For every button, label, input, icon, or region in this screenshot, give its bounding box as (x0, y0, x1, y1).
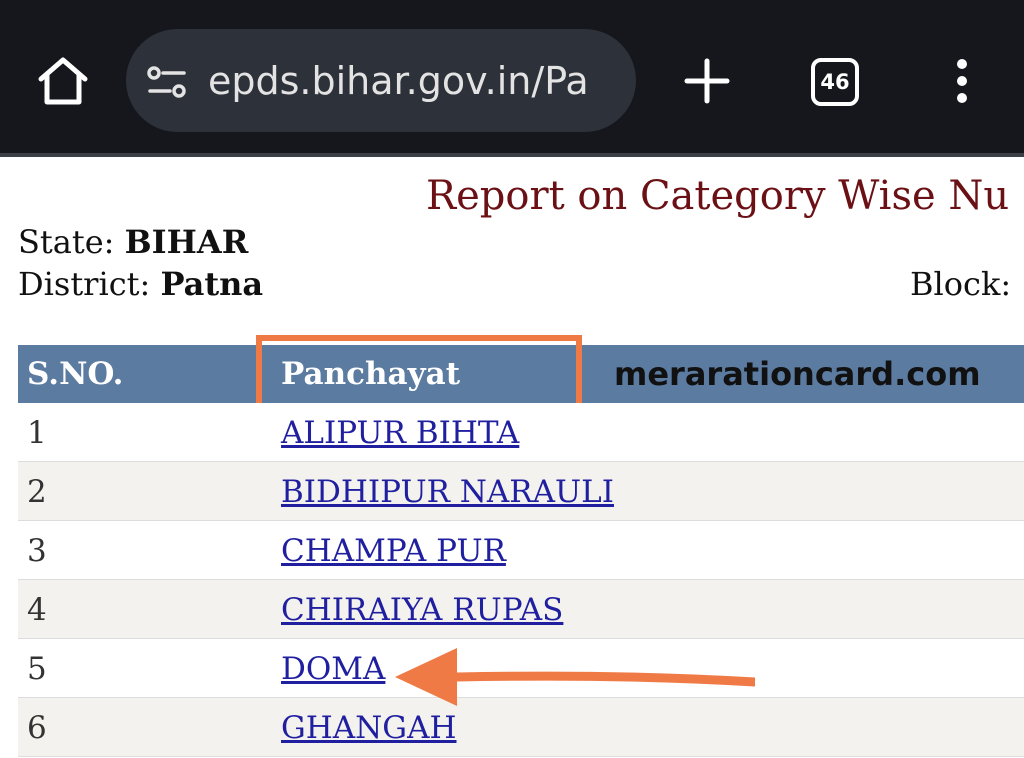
panchayat-link[interactable]: CHIRAIYA RUPAS (281, 580, 563, 638)
site-info-button[interactable] (146, 65, 188, 99)
row-sno: 1 (27, 415, 47, 451)
tune-icon (147, 66, 186, 98)
tab-count: 46 (820, 70, 850, 94)
table-row: 1 ALIPUR BIHTA (18, 403, 1024, 462)
overflow-menu-button[interactable] (942, 56, 982, 106)
plus-icon (684, 58, 730, 104)
panchayat-link[interactable]: CHAMPA PUR (281, 521, 506, 579)
state-info: State: BIHAR (18, 222, 418, 262)
district-info: District: Patna (18, 264, 418, 304)
toolbar-divider (0, 153, 1024, 157)
table-row: 6 GHANGAH (18, 698, 1024, 757)
panchayat-link[interactable]: BIDHIPUR NARAULI (281, 462, 614, 520)
home-button[interactable] (34, 52, 92, 110)
report-title: Report on Category Wise Nu (426, 173, 1010, 219)
table-row: 4 CHIRAIYA RUPAS (18, 580, 1024, 639)
block-label: Block: (910, 265, 1012, 303)
address-bar[interactable]: epds.bihar.gov.in/Pa (126, 29, 636, 132)
column-header-sno: S.NO. (27, 356, 124, 392)
district-label: District: (18, 265, 151, 303)
browser-toolbar: epds.bihar.gov.in/Pa 46 (0, 0, 1024, 153)
row-sno: 3 (27, 533, 47, 569)
panchayat-link[interactable]: GHANGAH (281, 698, 457, 756)
state-value: BIHAR (124, 223, 249, 261)
url-text[interactable]: epds.bihar.gov.in/Pa (208, 53, 618, 109)
district-value: Patna (160, 265, 264, 303)
table-row: 5 DOMA (18, 639, 1024, 698)
table-row: 3 CHAMPA PUR (18, 521, 1024, 580)
new-tab-button[interactable] (682, 56, 732, 106)
table-row: 2 BIDHIPUR NARAULI (18, 462, 1024, 521)
row-sno: 6 (27, 710, 47, 746)
panchayat-link[interactable]: ALIPUR BIHTA (281, 403, 519, 461)
state-label: State: (18, 223, 115, 261)
home-icon (38, 57, 88, 105)
block-info: Block: (910, 264, 1024, 304)
panchayat-link[interactable]: DOMA (281, 639, 385, 697)
column-header-panchayat: Panchayat (281, 356, 461, 392)
row-sno: 5 (27, 651, 47, 687)
panchayat-table-body: 1 ALIPUR BIHTA 2 BIDHIPUR NARAULI 3 CHAM… (18, 403, 1024, 757)
watermark-text: merarationcard.com (614, 355, 981, 393)
row-sno: 2 (27, 474, 47, 510)
tab-switcher-button[interactable]: 46 (811, 58, 859, 106)
row-sno: 4 (27, 592, 47, 628)
more-vert-icon (957, 59, 967, 103)
